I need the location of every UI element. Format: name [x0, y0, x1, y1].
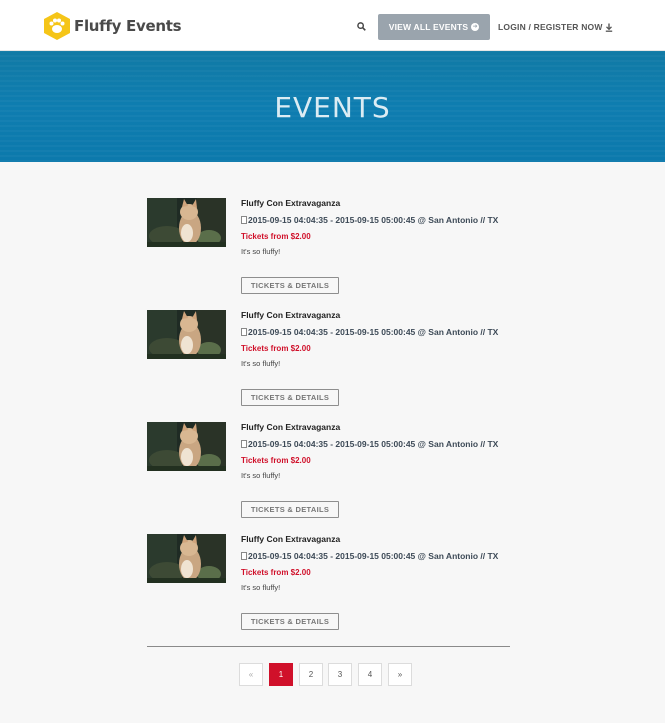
pagination-page-3[interactable]: 3: [328, 663, 352, 686]
event-price: Tickets from $2.00: [241, 455, 311, 465]
event-datetime: 2015-09-15 04:04:35 - 2015-09-15 05:00:4…: [241, 216, 509, 225]
document-icon: [241, 552, 247, 560]
event-datetime: 2015-09-15 04:04:35 - 2015-09-15 05:00:4…: [241, 552, 509, 561]
pagination-prev[interactable]: «: [239, 663, 263, 686]
event-item: Fluffy Con Extravaganza 2015-09-15 04:04…: [147, 198, 517, 298]
download-icon: [605, 23, 612, 32]
event-price: Tickets from $2.00: [241, 231, 311, 241]
event-item: Fluffy Con Extravaganza 2015-09-15 04:04…: [147, 534, 517, 634]
event-price: Tickets from $2.00: [241, 343, 311, 353]
event-description: It's so fluffy!: [241, 246, 281, 256]
event-description: It's so fluffy!: [241, 358, 281, 368]
document-icon: [241, 328, 247, 336]
document-icon: [241, 216, 247, 224]
document-icon: [241, 440, 247, 448]
pagination-page-2[interactable]: 2: [299, 663, 323, 686]
pagination-page-1[interactable]: 1: [269, 663, 293, 686]
event-title[interactable]: Fluffy Con Extravaganza: [241, 310, 511, 320]
event-description: It's so fluffy!: [241, 582, 281, 592]
list-divider: [147, 646, 510, 647]
view-all-events-button[interactable]: VIEW ALL EVENTS ➜: [378, 14, 490, 40]
event-info: Fluffy Con Extravaganza 2015-09-15 04:04…: [241, 310, 511, 406]
arrow-circle-right-icon: ➜: [471, 23, 480, 31]
event-item: Fluffy Con Extravaganza 2015-09-15 04:04…: [147, 422, 517, 522]
brand-name: Fluffy Events: [74, 17, 182, 35]
login-register-label: LOGIN / REGISTER NOW: [498, 22, 603, 32]
tickets-details-button[interactable]: TICKETS & DETAILS: [241, 501, 339, 518]
event-datetime-text: 2015-09-15 04:04:35 - 2015-09-15 05:00:4…: [248, 327, 499, 337]
tickets-details-button[interactable]: TICKETS & DETAILS: [241, 277, 339, 294]
event-info: Fluffy Con Extravaganza 2015-09-15 04:04…: [241, 422, 511, 518]
event-thumbnail[interactable]: [147, 310, 226, 359]
tickets-details-button[interactable]: TICKETS & DETAILS: [241, 389, 339, 406]
event-description: It's so fluffy!: [241, 470, 281, 480]
search-icon: [356, 21, 366, 31]
event-datetime-text: 2015-09-15 04:04:35 - 2015-09-15 05:00:4…: [248, 215, 499, 225]
event-title[interactable]: Fluffy Con Extravaganza: [241, 422, 511, 432]
event-datetime-text: 2015-09-15 04:04:35 - 2015-09-15 05:00:4…: [248, 439, 499, 449]
event-title[interactable]: Fluffy Con Extravaganza: [241, 534, 511, 544]
login-register-link[interactable]: LOGIN / REGISTER NOW: [498, 22, 613, 32]
event-datetime-text: 2015-09-15 04:04:35 - 2015-09-15 05:00:4…: [248, 551, 499, 561]
tickets-details-button[interactable]: TICKETS & DETAILS: [241, 613, 339, 630]
brand-logo[interactable]: Fluffy Events: [43, 10, 182, 42]
pagination-page-4[interactable]: 4: [358, 663, 382, 686]
event-info: Fluffy Con Extravaganza 2015-09-15 04:04…: [241, 534, 511, 630]
paw-hexagon-icon: [43, 11, 71, 41]
event-info: Fluffy Con Extravaganza 2015-09-15 04:04…: [241, 198, 511, 294]
event-thumbnail[interactable]: [147, 422, 226, 471]
site-header: Fluffy Events VIEW ALL EVENTS ➜ LOGIN / …: [0, 0, 665, 51]
search-button[interactable]: [354, 19, 368, 33]
event-datetime: 2015-09-15 04:04:35 - 2015-09-15 05:00:4…: [241, 328, 509, 337]
event-price: Tickets from $2.00: [241, 567, 311, 577]
event-item: Fluffy Con Extravaganza 2015-09-15 04:04…: [147, 310, 517, 410]
page-banner: EVENTS: [0, 51, 665, 162]
event-thumbnail[interactable]: [147, 534, 226, 583]
event-datetime: 2015-09-15 04:04:35 - 2015-09-15 05:00:4…: [241, 440, 509, 449]
view-all-events-label: VIEW ALL EVENTS: [388, 22, 469, 32]
page-title: EVENTS: [274, 91, 391, 124]
event-thumbnail[interactable]: [147, 198, 226, 247]
event-title[interactable]: Fluffy Con Extravaganza: [241, 198, 511, 208]
pagination-next[interactable]: »: [388, 663, 412, 686]
